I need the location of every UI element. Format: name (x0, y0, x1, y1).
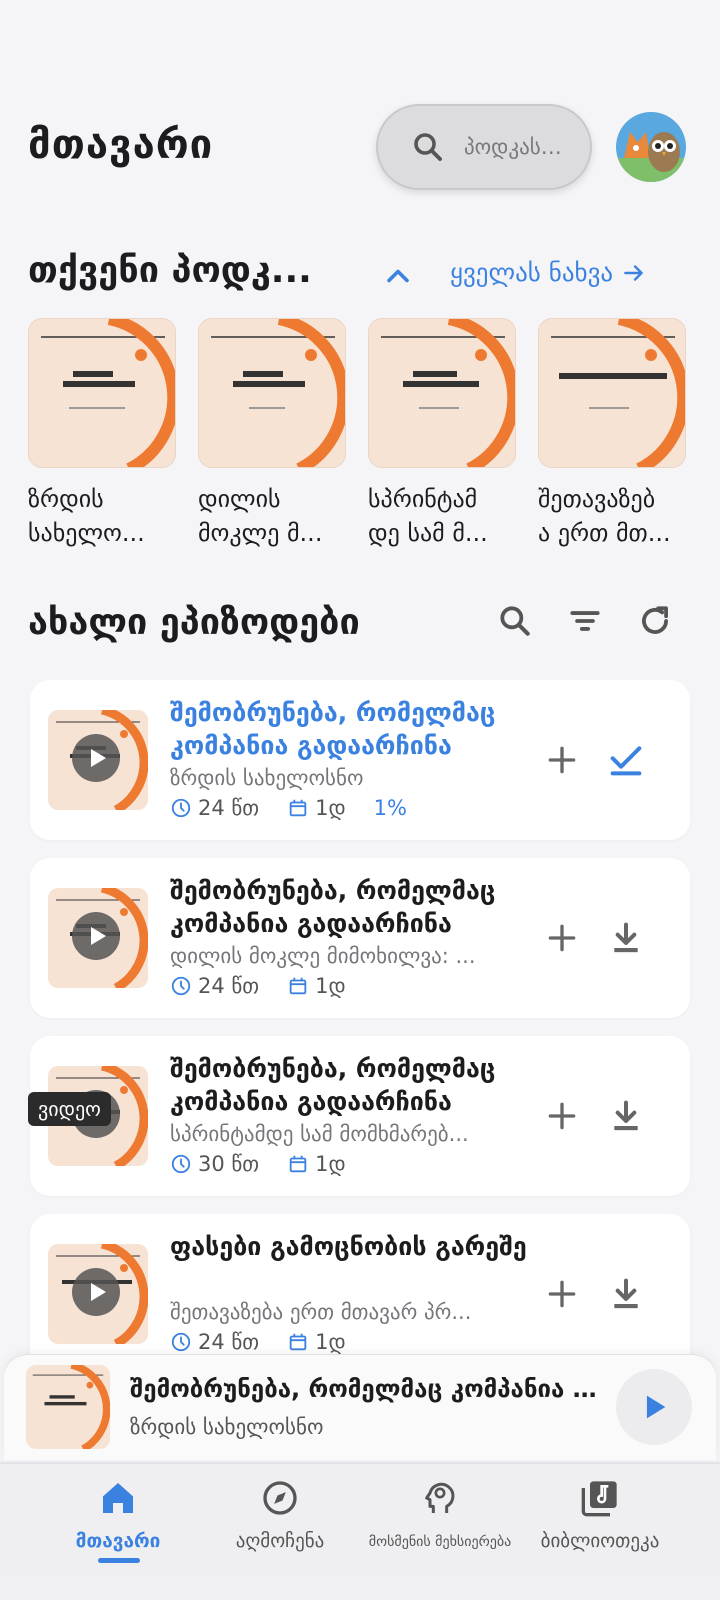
calendar-icon (289, 977, 307, 995)
search-icon (500, 606, 530, 636)
episode-card[interactable]: ვიდეო შემობრუნება, რომელმაც კომპანია გად… (28, 1036, 690, 1196)
podcast-card[interactable]: შეთავაზებ ა ერთ მთ... (538, 318, 686, 550)
episode-age: 1დ (315, 974, 346, 998)
nav-label: მთავარი (75, 1530, 161, 1552)
episode-artwork (48, 710, 148, 810)
add-to-queue-icon[interactable] (542, 918, 582, 958)
download-icon[interactable] (606, 1096, 646, 1136)
now-playing-artwork (26, 1365, 110, 1449)
arrow-right-icon (624, 264, 643, 281)
nav-label: ბიბლიოთეკა (540, 1530, 660, 1552)
see-all-link[interactable]: ყველას ნახვა (450, 258, 647, 287)
episode-podcast: ზრდის სახელოსნო (170, 766, 364, 790)
see-all-label: ყველას ნახვა (450, 258, 614, 287)
nav-label: აღმოჩენა (235, 1530, 325, 1552)
episode-duration: 30 წთ (198, 1152, 260, 1176)
episode-podcast: სპრინტამდე სამ მომხმარებ... (170, 1122, 469, 1146)
now-playing-title: შემობრუნება, რომელმაც კომპანია გადაარჩინ… (130, 1375, 600, 1403)
calendar-icon (289, 1333, 307, 1351)
episode-title: შემობრუნება, რომელმაც კომპანია გადაარჩინ… (170, 698, 496, 760)
clock-icon (171, 976, 191, 996)
clock-icon (171, 798, 191, 818)
avatar-image (616, 112, 686, 182)
library-icon (581, 1481, 617, 1517)
podcast-card[interactable]: დილის მოკლე მ... (198, 318, 346, 550)
memory-icon (425, 1482, 455, 1513)
episode-duration: 24 წთ (198, 796, 260, 820)
search-episodes-button[interactable] (490, 596, 540, 646)
episode-age: 1დ (315, 1152, 346, 1176)
add-to-queue-icon[interactable] (542, 1274, 582, 1314)
avatar[interactable] (616, 112, 686, 182)
episode-meta: 24 წთ 1დ (170, 974, 540, 998)
filter-button[interactable] (560, 596, 610, 646)
play-icon (646, 1395, 666, 1419)
chevron-up-icon[interactable] (380, 258, 416, 294)
calendar-icon (289, 799, 307, 817)
calendar-icon (289, 1155, 307, 1173)
episode-meta: 30 წთ 1დ (170, 1152, 540, 1176)
podcast-name: შეთავაზებ ა ერთ მთ... (538, 485, 671, 547)
podcast-artwork (368, 318, 516, 468)
download-icon[interactable] (606, 1274, 646, 1314)
podcast-card[interactable]: სპრინტამ დე სამ მ... (368, 318, 516, 550)
episode-podcast: შეთავაზება ერთ მთავარ პრ... (170, 1300, 472, 1324)
podcast-name: სპრინტამ დე სამ მ... (368, 485, 488, 547)
search-bar[interactable]: პოდკასტების ძიება (376, 104, 592, 190)
filter-icon (570, 611, 600, 631)
video-badge: ვიდეო (28, 1092, 111, 1126)
episode-duration: 24 წთ (198, 974, 260, 998)
now-playing-podcast: ზრდის სახელოსნო (130, 1415, 324, 1439)
episode-title: შემობრუნება, რომელმაც კომპანია გადაარჩინ… (170, 1054, 496, 1116)
nav-item-discover[interactable]: აღმოჩენა (190, 1478, 370, 1552)
search-placeholder: პოდკასტების ძიება (464, 135, 574, 159)
add-to-queue-icon[interactable] (542, 1096, 582, 1136)
section-title: ახალი ეპიზოდები (28, 602, 360, 643)
add-to-queue-icon[interactable] (542, 740, 582, 780)
refresh-button[interactable] (630, 596, 680, 646)
episode-age: 1დ (315, 1330, 346, 1354)
episode-meta: 24 წთ 1დ 1% (170, 796, 540, 820)
episode-podcast: დილის მოკლე მიმოხილვა: ... (170, 944, 476, 968)
episode-meta: 24 წთ 1დ (170, 1330, 540, 1354)
episode-duration: 24 წთ (198, 1330, 260, 1354)
downloaded-check-icon[interactable] (606, 740, 646, 780)
system-bar-area (0, 1570, 720, 1600)
nav-item-listening-memory[interactable]: მოსმენის მეხსიერება (350, 1478, 530, 1550)
clock-icon (171, 1154, 191, 1174)
episode-artwork (48, 1244, 148, 1344)
podcast-artwork (28, 318, 176, 468)
episode-title: ფასები გამოცნობის გარეშე (170, 1232, 527, 1261)
episode-progress: 1% (373, 796, 407, 820)
page-title: მთავარი (28, 122, 214, 168)
episode-card[interactable]: შემობრუნება, რომელმაც კომპანია გადაარჩინ… (30, 680, 690, 840)
compass-icon (263, 1481, 297, 1515)
home-screen: მთავარი პოდკასტების ძიება თქვენი პოდკ...… (0, 0, 720, 1600)
episode-card[interactable]: ფასები გამოცნობის გარეშე შეთავაზება ერთ … (30, 1214, 690, 1374)
section-title: თქვენი პოდკ... (28, 250, 312, 291)
nav-label: მოსმენის მეხსიერება (368, 1534, 512, 1550)
active-tab-indicator (98, 1558, 140, 1563)
nav-item-library[interactable]: ბიბლიოთეკა (510, 1478, 690, 1552)
clock-icon (171, 1332, 191, 1352)
episode-age: 1დ (315, 796, 346, 820)
mini-player[interactable]: შემობრუნება, რომელმაც კომპანია გადაარჩინ… (4, 1354, 716, 1460)
episode-title: შემობრუნება, რომელმაც კომპანია გადაარჩინ… (170, 876, 496, 938)
podcast-name: ზრდის სახელო... (28, 485, 145, 547)
podcast-carousel[interactable]: ზრდის სახელო... დილის მოკლე მ... სპრინტა… (28, 318, 720, 548)
search-icon (414, 133, 442, 161)
refresh-icon (642, 606, 668, 634)
home-icon (103, 1483, 133, 1513)
bottom-navigation: მთავარი აღმოჩენა მოსმენის მეხსიერება ბიბ… (0, 1462, 720, 1570)
podcast-card[interactable]: ზრდის სახელო... (28, 318, 176, 550)
nav-item-home[interactable]: მთავარი (28, 1478, 208, 1552)
play-button[interactable] (616, 1369, 692, 1445)
podcast-artwork (538, 318, 686, 468)
top-bar: მთავარი პოდკასტების ძიება (0, 100, 720, 192)
podcast-artwork (198, 318, 346, 468)
episode-card[interactable]: შემობრუნება, რომელმაც კომპანია გადაარჩინ… (30, 858, 690, 1018)
download-icon[interactable] (606, 918, 646, 958)
podcast-name: დილის მოკლე მ... (198, 485, 323, 547)
episode-artwork (48, 888, 148, 988)
